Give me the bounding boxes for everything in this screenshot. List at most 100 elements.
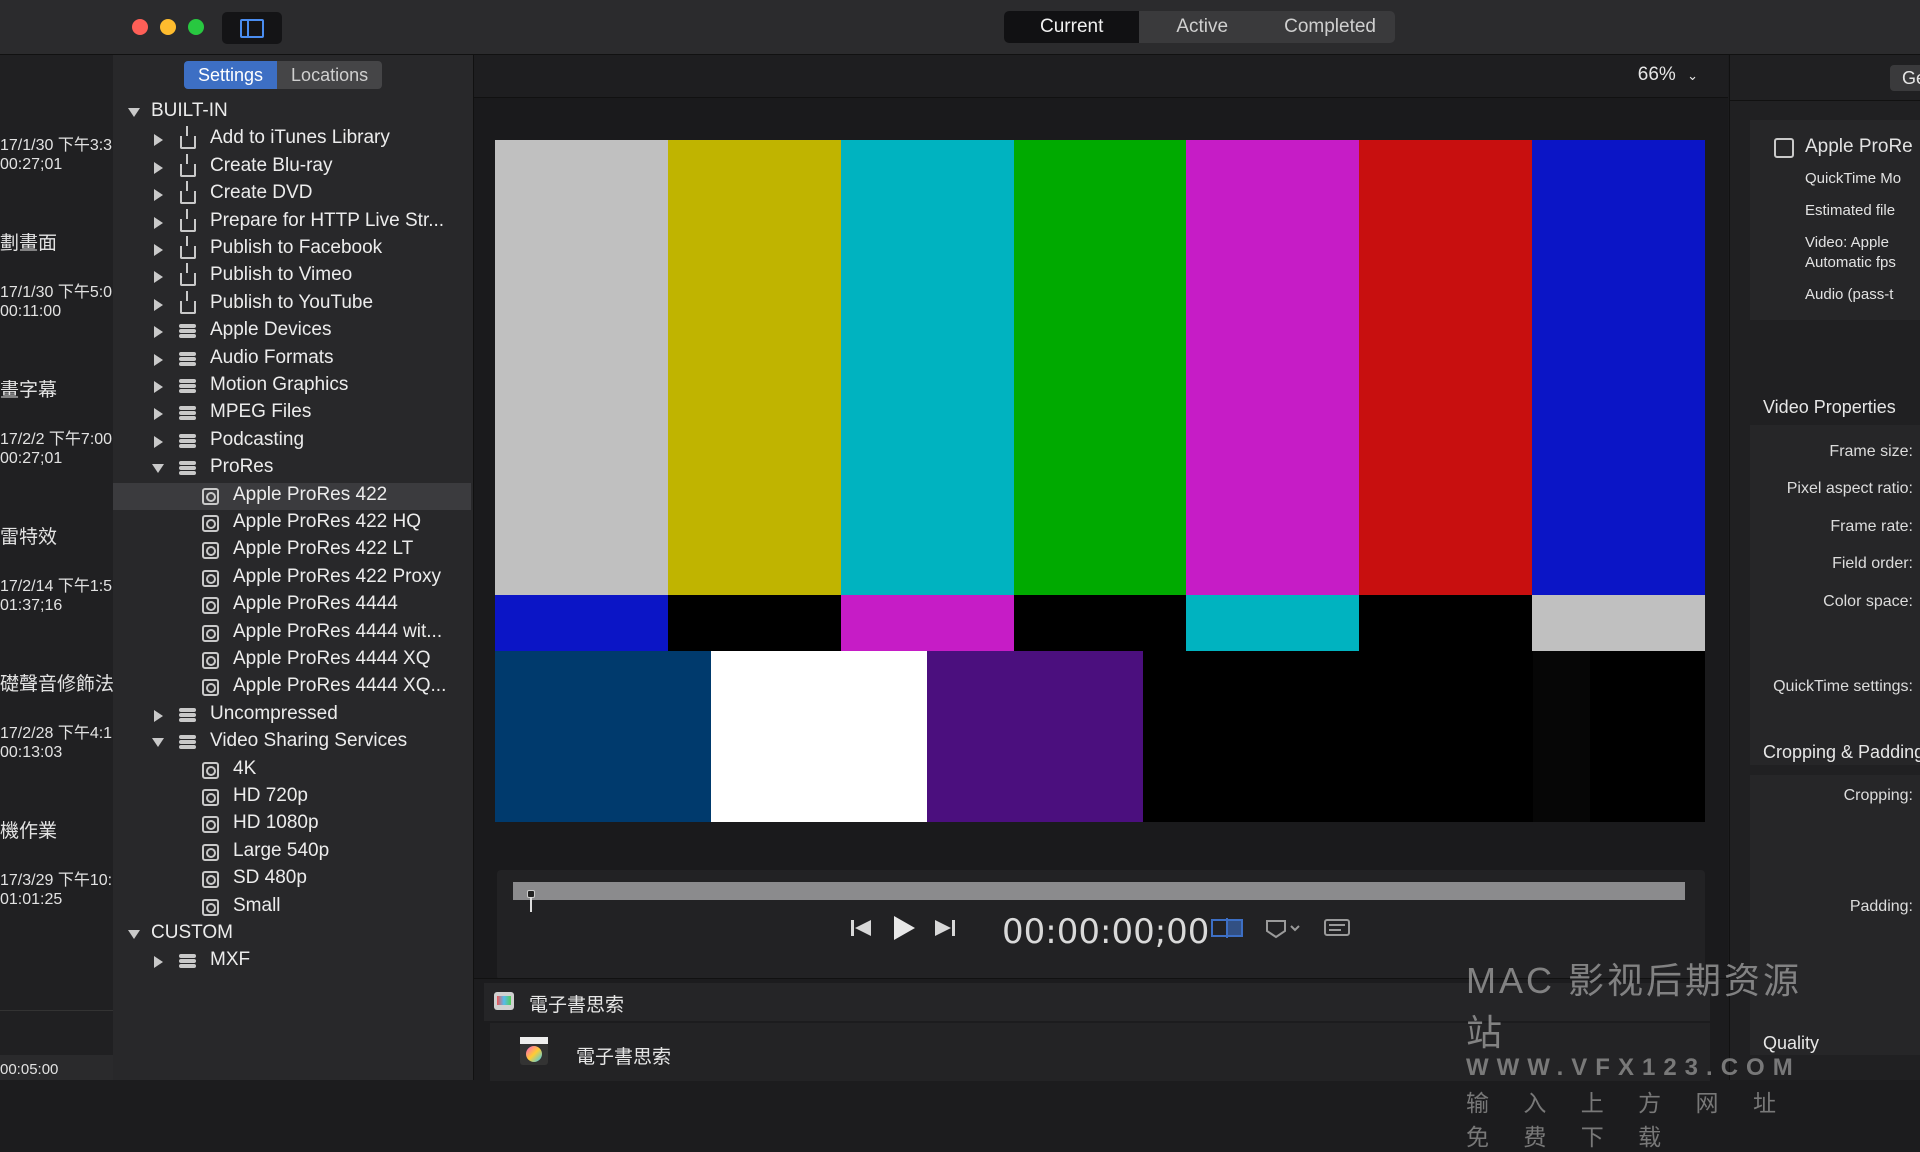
tree-item[interactable]: Prepare for HTTP Live Str... — [113, 209, 471, 236]
history-title[interactable]: 機作業 — [0, 816, 57, 843]
disclosure-closed-icon[interactable] — [154, 408, 163, 420]
disclosure-closed-icon[interactable] — [154, 217, 163, 229]
tree-item[interactable]: Video Sharing Services — [113, 729, 471, 756]
disclosure-closed-icon[interactable] — [154, 299, 163, 311]
play-icon — [894, 916, 915, 940]
tree-item[interactable]: Apple ProRes 422 — [113, 483, 471, 510]
summary-line: Estimated file — [1805, 202, 1896, 219]
pixel-aspect-ratio-label: Pixel aspect ratio: — [1786, 480, 1913, 497]
disclosure-closed-icon[interactable] — [154, 381, 163, 393]
tree-item-label: HD 720p — [233, 785, 308, 806]
history-title[interactable]: 雷特效 — [0, 522, 57, 549]
tab-completed[interactable]: Completed — [1265, 11, 1395, 43]
disclosure-open-icon[interactable] — [128, 108, 140, 117]
tree-item-label: Add to iTunes Library — [210, 127, 390, 148]
disclosure-open-icon[interactable] — [152, 464, 164, 473]
tree-item[interactable]: Apple ProRes 4444 — [113, 592, 471, 619]
tree-item[interactable]: MPEG Files — [113, 400, 471, 427]
split-view-button[interactable] — [1209, 912, 1243, 944]
tree-item-label: Video Sharing Services — [210, 730, 408, 751]
tree-item[interactable]: Publish to Vimeo — [113, 263, 471, 290]
tree-item[interactable]: Publish to YouTube — [113, 291, 471, 318]
color-bar — [495, 595, 668, 651]
watermark: MAC 影视后期资源站 WWW.VFX123.COM 输 入 上 方 网 址 免… — [1466, 952, 1826, 1152]
tab-settings[interactable]: Settings — [184, 61, 278, 89]
tree-item[interactable]: HD 1080p — [113, 811, 471, 838]
tree-item[interactable]: Add to iTunes Library — [113, 126, 471, 153]
disclosure-closed-icon[interactable] — [154, 326, 163, 338]
color-bar — [495, 140, 668, 595]
tree-item[interactable]: Small — [113, 894, 471, 921]
zoom-dropdown[interactable]: 66% ⌄ — [1638, 64, 1698, 86]
history-title[interactable]: 礎聲音修飾法 — [0, 669, 113, 696]
frame-size-label: Frame size: — [1829, 443, 1913, 460]
general-tab-button[interactable]: Ge — [1890, 65, 1920, 91]
history-date: 17/2/14 下午1:5 — [0, 578, 113, 595]
captions-button[interactable] — [1321, 912, 1353, 944]
tree-item[interactable]: Create DVD — [113, 181, 471, 208]
disclosure-closed-icon[interactable] — [154, 162, 163, 174]
disclosure-closed-icon[interactable] — [154, 271, 163, 283]
tree-item[interactable]: HD 720p — [113, 784, 471, 811]
marker-menu-button[interactable] — [1263, 912, 1307, 944]
tree-item-label: Uncompressed — [210, 703, 338, 724]
disclosure-closed-icon[interactable] — [154, 189, 163, 201]
play-button[interactable] — [887, 912, 919, 944]
tree-item[interactable]: Large 540p — [113, 839, 471, 866]
quicktime-settings-label: QuickTime settings: — [1773, 678, 1913, 695]
tree-item[interactable]: Uncompressed — [113, 702, 471, 729]
tree-item[interactable]: Podcasting — [113, 428, 471, 455]
tree-item[interactable]: Apple ProRes 422 Proxy — [113, 565, 471, 592]
history-date: 17/1/30 下午3:3 — [0, 137, 113, 154]
tree-item[interactable]: MXF — [113, 948, 471, 975]
sidebar-toggle-button[interactable] — [222, 12, 282, 44]
color-bar — [841, 140, 1014, 595]
tree-item[interactable]: Apple ProRes 422 LT — [113, 537, 471, 564]
history-title[interactable]: 畫字幕 — [0, 375, 57, 402]
history-duration: 01:01:25 — [0, 891, 63, 908]
share-icon — [180, 291, 196, 314]
tree-item[interactable]: Audio Formats — [113, 346, 471, 373]
tree-item[interactable]: SD 480p — [113, 866, 471, 893]
color-bar — [1359, 140, 1532, 595]
disclosure-closed-icon[interactable] — [154, 354, 163, 366]
disclosure-open-icon[interactable] — [152, 738, 164, 747]
disclosure-closed-icon[interactable] — [154, 134, 163, 146]
tree-item[interactable]: Motion Graphics — [113, 373, 471, 400]
tab-locations[interactable]: Locations — [277, 61, 383, 89]
close-window-button[interactable] — [132, 19, 148, 35]
history-title[interactable]: 劃畫面 — [0, 228, 57, 255]
disclosure-closed-icon[interactable] — [154, 244, 163, 256]
tree-item[interactable]: Apple ProRes 4444 XQ... — [113, 674, 471, 701]
tree-item-label: Apple Devices — [210, 319, 332, 340]
skip-forward-button[interactable] — [929, 912, 961, 944]
tree-item-label: BUILT-IN — [151, 100, 228, 121]
color-bar — [927, 651, 1143, 822]
disclosure-closed-icon[interactable] — [154, 956, 163, 968]
tree-section-header[interactable]: BUILT-IN — [113, 99, 471, 126]
scrubber-bar[interactable] — [513, 882, 1685, 912]
tree-section-header[interactable]: CUSTOM — [113, 921, 471, 948]
tree-item[interactable]: Create Blu-ray — [113, 154, 471, 181]
tree-item[interactable]: Apple ProRes 4444 XQ — [113, 647, 471, 674]
disclosure-closed-icon[interactable] — [154, 436, 163, 448]
disclosure-open-icon[interactable] — [128, 930, 140, 939]
playhead[interactable] — [527, 890, 535, 912]
disclosure-closed-icon[interactable] — [154, 710, 163, 722]
tree-item[interactable]: Apple ProRes 4444 wit... — [113, 620, 471, 647]
tree-item[interactable]: Publish to Facebook — [113, 236, 471, 263]
tree-item-label: Small — [233, 895, 281, 916]
cropping-label: Cropping: — [1843, 787, 1913, 804]
tree-item[interactable]: ProRes — [113, 455, 471, 482]
tree-item[interactable]: Apple Devices — [113, 318, 471, 345]
color-space-label: Color space: — [1823, 593, 1913, 610]
tab-active[interactable]: Active — [1139, 11, 1265, 43]
quicktime-icon — [202, 597, 219, 614]
skip-back-button[interactable] — [845, 912, 877, 944]
color-bar — [1186, 595, 1359, 651]
zoom-window-button[interactable] — [188, 19, 204, 35]
tree-item[interactable]: Apple ProRes 422 HQ — [113, 510, 471, 537]
tab-current[interactable]: Current — [1004, 11, 1140, 43]
minimize-window-button[interactable] — [160, 19, 176, 35]
tree-item[interactable]: 4K — [113, 757, 471, 784]
